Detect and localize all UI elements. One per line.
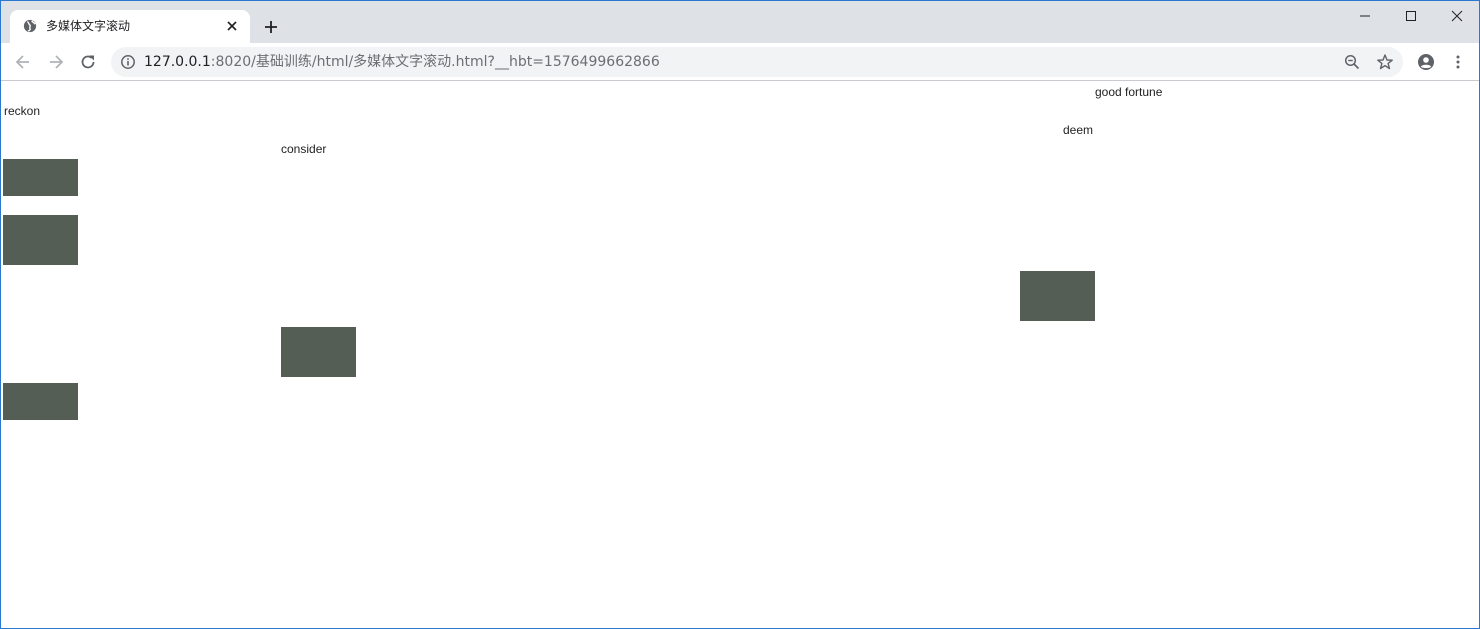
- browser-tab[interactable]: 多媒体文字滚动: [10, 10, 250, 43]
- scrolling-block: [3, 159, 78, 196]
- info-icon[interactable]: [120, 54, 136, 70]
- back-arrow-icon: [15, 55, 29, 69]
- tab-title: 多媒体文字滚动: [46, 19, 131, 33]
- scrolling-block: [3, 383, 78, 420]
- profile-button[interactable]: [1415, 51, 1437, 73]
- forward-button[interactable]: [45, 51, 67, 73]
- plus-icon[interactable]: [261, 17, 281, 37]
- reload-icon: [81, 55, 95, 69]
- minimize-icon: [1360, 15, 1370, 17]
- word-good-fortune: good fortune: [1095, 85, 1163, 99]
- menu-dots-icon: [1456, 55, 1460, 69]
- page-content: good fortune reckon deem consider: [1, 81, 1479, 628]
- window-close-button[interactable]: [1434, 1, 1479, 31]
- scrolling-block: [3, 215, 78, 265]
- close-icon[interactable]: [224, 18, 240, 34]
- address-bar[interactable]: 127.0.0.1:8020/基础训练/html/多媒体文字滚动.html?__…: [111, 47, 1403, 77]
- url-text[interactable]: 127.0.0.1:8020/基础训练/html/多媒体文字滚动.html?__…: [144, 53, 660, 71]
- zoom-out-icon[interactable]: [1344, 54, 1360, 70]
- reload-button[interactable]: [77, 51, 99, 73]
- url-path: :8020/基础训练/html/多媒体文字滚动.html?__hbt=15764…: [210, 54, 660, 70]
- scrolling-block: [281, 327, 356, 377]
- maximize-button[interactable]: [1388, 1, 1434, 31]
- scrolling-block: [1020, 271, 1095, 321]
- back-button[interactable]: [12, 51, 34, 73]
- minimize-button[interactable]: [1342, 1, 1388, 31]
- menu-button[interactable]: [1447, 51, 1469, 73]
- browser-window: 多媒体文字滚动 127.0.0.1:8020/基础训练/html/多媒体文字滚动…: [0, 0, 1480, 629]
- word-deem: deem: [1063, 123, 1094, 137]
- url-host: 127.0.0.1: [144, 54, 211, 70]
- star-icon[interactable]: [1376, 53, 1394, 71]
- globe-icon: [23, 19, 37, 33]
- word-reckon: reckon: [4, 104, 41, 118]
- window-close-icon: [1451, 10, 1463, 22]
- profile-icon: [1418, 54, 1434, 70]
- maximize-icon: [1406, 11, 1416, 21]
- tab-strip: 多媒体文字滚动: [1, 1, 1479, 43]
- browser-toolbar: 127.0.0.1:8020/基础训练/html/多媒体文字滚动.html?__…: [1, 43, 1479, 81]
- word-consider: consider: [281, 142, 327, 156]
- forward-arrow-icon: [50, 55, 64, 69]
